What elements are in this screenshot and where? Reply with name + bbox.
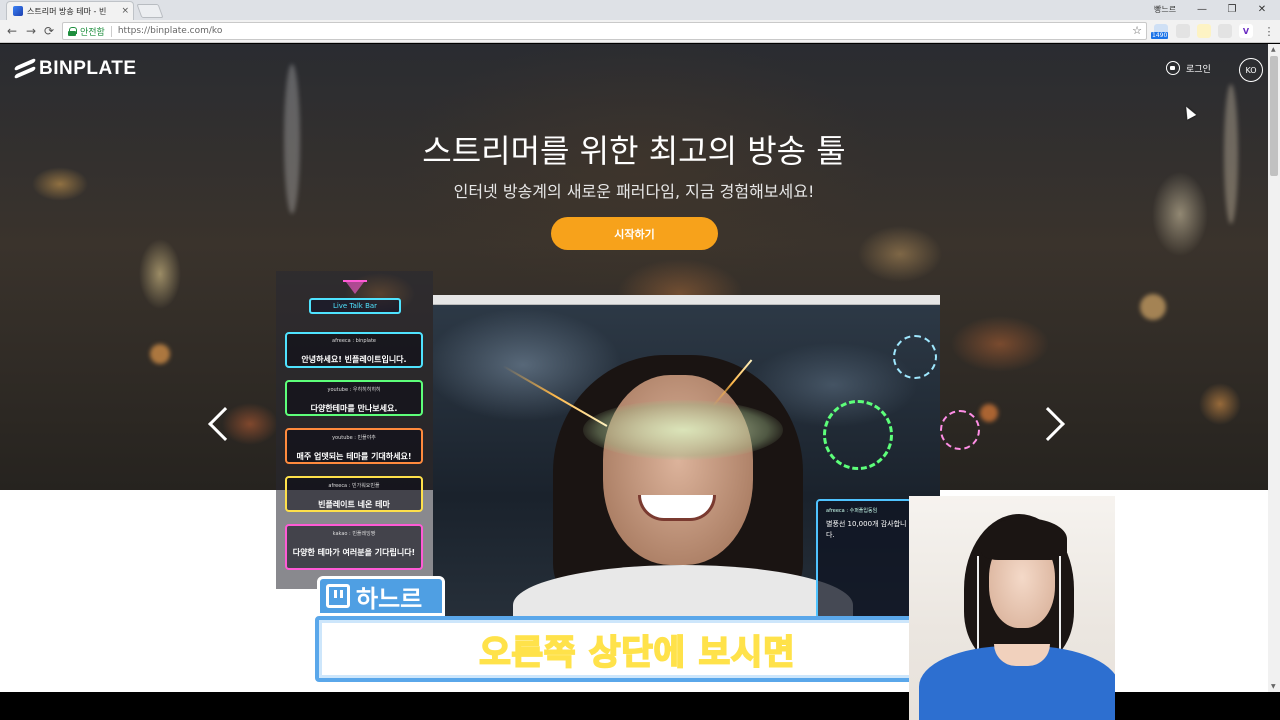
start-button[interactable]: 시작하기	[551, 217, 718, 250]
donation-alert-card: afreeca : 수퍼플입동임 별풍선 10,000개 감사합니다.	[816, 499, 912, 619]
logo-mark-icon	[14, 57, 36, 80]
extension-moon-icon[interactable]	[1197, 24, 1211, 38]
chat-source: kakao : 빈플레잉짱	[332, 531, 376, 537]
browser-titlebar: 스트리머 방송 테마 - 빈 × 빵느르 — ❐ ✕	[0, 0, 1280, 20]
chat-source: youtube : 빈플야추	[332, 435, 376, 441]
chat-message: 빈플레이트 네온 테마	[318, 500, 390, 509]
hero-subtitle: 인터넷 방송계의 새로운 패러다임, 지금 경험해보세요!	[453, 182, 815, 201]
browser-tab[interactable]: 스트리머 방송 테마 - 빈 ×	[6, 1, 134, 20]
lock-icon	[68, 26, 77, 36]
extension-v-icon[interactable]: V	[1239, 24, 1253, 38]
bokeh-light	[150, 344, 170, 364]
firework-icon	[823, 400, 893, 470]
chat-source: youtube : 우히히히히히	[327, 387, 381, 393]
preview-titlebar	[433, 295, 940, 305]
hero-title: 스트리머를 위한 최고의 방송 툴	[422, 132, 846, 170]
minimize-button[interactable]: —	[1188, 1, 1216, 17]
webcam-overlay	[909, 496, 1115, 720]
login-link[interactable]: 로그인	[1166, 61, 1211, 75]
carousel-prev-icon[interactable]	[208, 407, 242, 441]
chat-bubble: youtube : 빈플야추 매주 업뎃되는 테마를 기대하세요!	[285, 428, 423, 464]
chat-message: 안녕하세요! 빈플레이트입니다.	[301, 355, 407, 364]
donation-message: 별풍선 10,000개 감사합니다.	[826, 520, 907, 539]
login-label: 로그인	[1186, 64, 1211, 75]
secure-label: 안전함	[80, 27, 105, 38]
caption-box: 오른쪽 상단에 보시면	[315, 616, 960, 682]
chat-message: 다양한테마를 만나보세요.	[310, 404, 398, 413]
lock-circle-icon	[1166, 61, 1180, 75]
language-button[interactable]: KO	[1239, 58, 1263, 82]
firework-icon	[893, 335, 937, 379]
video-letterbox	[0, 692, 909, 720]
chat-bubble: youtube : 우히히히히히 다양한테마를 만나보세요.	[285, 380, 423, 416]
live-talk-bar-title: Live Talk Bar	[309, 298, 401, 314]
extension-shield-icon[interactable]	[1218, 24, 1232, 38]
bokeh-light	[980, 404, 998, 422]
extension-reader-icon[interactable]	[1176, 24, 1190, 38]
tab-title: 스트리머 방송 테마 - 빈	[27, 6, 107, 16]
caption-text: 오른쪽 상단에 보시면	[478, 632, 796, 674]
scroll-down-icon[interactable]: ▼	[1271, 683, 1276, 690]
new-tab-button[interactable]	[136, 4, 164, 18]
url-text: https://binplate.com/ko	[117, 26, 223, 36]
logo-text: BINPLATE	[39, 58, 137, 79]
browser-menu-icon[interactable]: ⋮	[1261, 23, 1277, 39]
binplate-logo[interactable]: BINPLATE	[14, 57, 137, 80]
cocktail-icon	[343, 280, 367, 298]
page-scrollbar[interactable]: ▲ ▼	[1268, 44, 1280, 692]
url-divider	[110, 25, 112, 37]
chat-source: afreeca : binplate	[332, 338, 376, 344]
extension-badge: 1490	[1151, 32, 1169, 39]
firework-icon	[940, 410, 980, 450]
back-button[interactable]: ←	[4, 23, 20, 39]
tab-close-icon[interactable]: ×	[121, 6, 129, 16]
bookmark-star-icon[interactable]: ☆	[1132, 24, 1142, 37]
reload-button[interactable]: ⟳	[41, 23, 57, 39]
scrollbar-thumb[interactable]	[1270, 56, 1278, 176]
scroll-up-icon[interactable]: ▲	[1271, 46, 1276, 53]
profile-name[interactable]: 빵느르	[1154, 4, 1176, 15]
site-favicon-icon	[13, 6, 23, 16]
chat-bubble: afreeca : binplate 안녕하세요! 빈플레이트입니다.	[285, 332, 423, 368]
chat-message: 매주 업뎃되는 테마를 기대하세요!	[296, 452, 412, 461]
browser-toolbar: ← → ⟳ 안전함 https://binplate.com/ko ☆ V ⋮	[0, 20, 1280, 43]
close-window-button[interactable]: ✕	[1248, 1, 1276, 17]
chat-bubble: kakao : 빈플레잉짱 다양한 테마가 여러분을 기다립니다!	[285, 524, 423, 570]
twitch-icon	[326, 584, 350, 608]
forward-button[interactable]: →	[23, 23, 39, 39]
address-bar[interactable]: 안전함 https://binplate.com/ko ☆	[62, 22, 1147, 40]
carousel-next-icon[interactable]	[1031, 407, 1065, 441]
streamer-tag: 하느르	[317, 576, 445, 616]
restore-button[interactable]: ❐	[1218, 1, 1246, 17]
chat-bubble: afreeca : 빈가워요빈플 빈플레이트 네온 테마	[285, 476, 423, 512]
donation-source: afreeca : 수퍼플입동임	[826, 508, 878, 514]
streamer-name: 하느르	[356, 584, 423, 613]
chat-message: 다양한 테마가 여러분을 기다립니다!	[292, 548, 416, 557]
chat-source: afreeca : 빈가워요빈플	[328, 483, 380, 489]
bokeh-light	[1140, 294, 1166, 320]
